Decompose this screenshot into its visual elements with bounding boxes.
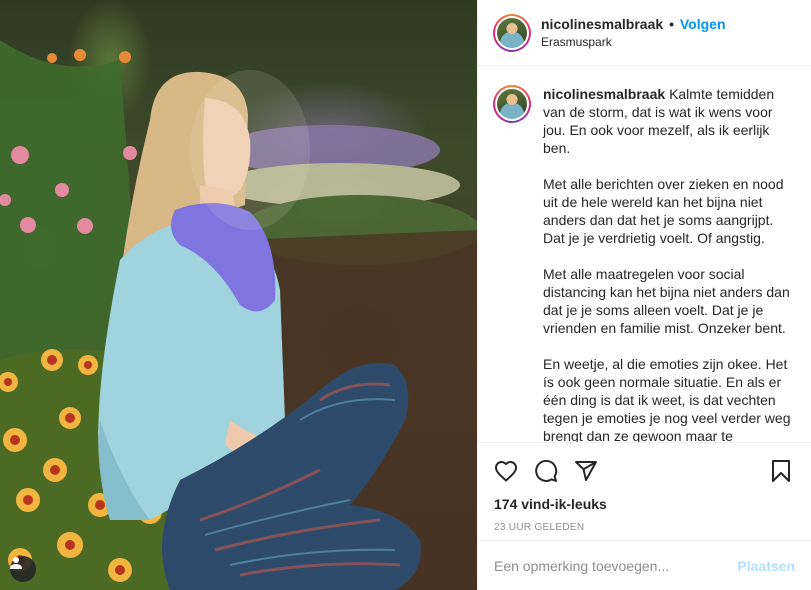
comment-input[interactable]: [494, 557, 738, 574]
comment-bar: Plaatsen: [478, 540, 811, 590]
caption-username[interactable]: nicolinesmalbraak: [543, 86, 665, 102]
heart-icon[interactable]: [494, 457, 534, 485]
follow-button[interactable]: Volgen: [680, 16, 726, 32]
caption-paragraph: En weetje, al die emoties zijn okee. Het…: [543, 356, 791, 442]
location-link[interactable]: Erasmuspark: [541, 35, 726, 49]
post-side-panel: nicolinesmalbraak • Volgen Erasmuspark n…: [477, 0, 811, 590]
comment-icon[interactable]: [534, 457, 574, 485]
separator-dot: •: [669, 16, 674, 32]
caption-text: nicolinesmalbraak Kalmte temidden van de…: [543, 85, 795, 442]
caption-section: nicolinesmalbraak Kalmte temidden van de…: [478, 67, 811, 442]
post-comment-button[interactable]: Plaatsen: [737, 558, 795, 574]
post-timestamp[interactable]: 23 UUR GELEDEN: [494, 522, 795, 533]
likes-count[interactable]: 174 vind-ik-leuks: [494, 496, 795, 512]
caption-paragraph: Met alle maatregelen voor social distanc…: [543, 266, 790, 336]
avatar[interactable]: [493, 13, 531, 52]
photo-illustration: [0, 40, 477, 590]
caption-paragraph: Met alle berichten over zieken en nood u…: [543, 176, 784, 246]
caption-avatar[interactable]: [493, 85, 531, 123]
post-photo[interactable]: [0, 0, 477, 590]
action-section: 174 vind-ik-leuks 23 UUR GELEDEN: [478, 442, 811, 533]
user-tag-icon[interactable]: [10, 556, 36, 582]
share-icon[interactable]: [574, 457, 614, 485]
bookmark-icon[interactable]: [771, 457, 795, 485]
username-link[interactable]: nicolinesmalbraak: [541, 16, 663, 32]
post-header: nicolinesmalbraak • Volgen Erasmuspark: [478, 0, 811, 66]
